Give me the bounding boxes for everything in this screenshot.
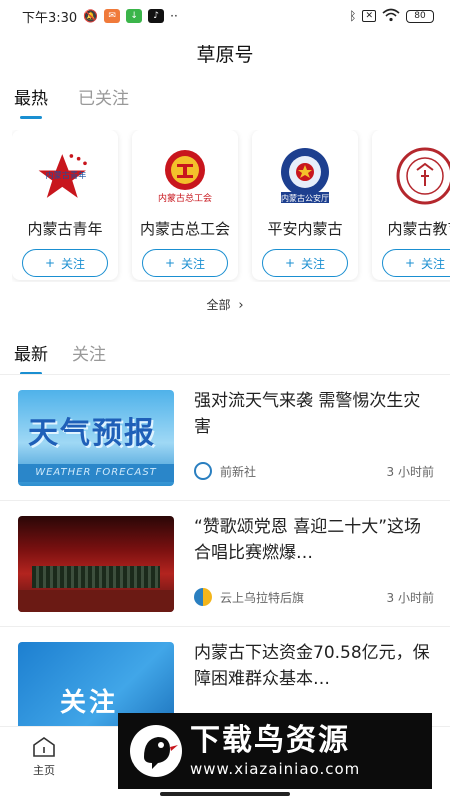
source-logo-icon [194, 588, 212, 606]
account-card[interactable]: 内蒙古公安厅 平安内蒙古 + 关注 [252, 130, 358, 280]
police-badge-text: 内蒙古公安厅 [281, 193, 329, 203]
news-title: 内蒙古下达资金70.58亿元，保障困难群众基本… [194, 643, 430, 689]
choir-illustration [32, 566, 160, 588]
youth-logo-text: 内蒙古青年 [45, 170, 86, 180]
follow-button[interactable]: + 关注 [22, 249, 108, 277]
tab-latest[interactable]: 最新 [14, 340, 48, 375]
account-name: 内蒙古青年 [27, 220, 103, 238]
follow-button[interactable]: + 关注 [262, 249, 348, 277]
news-title: 强对流天气来袭 需警惕次生灾害 [194, 391, 421, 437]
news-meta: 云上乌拉特后旗 3 小时前 [194, 588, 434, 606]
news-time: 3 小时前 [386, 464, 434, 479]
follow-button[interactable]: + 关注 [382, 249, 450, 277]
news-thumbnail: 天气预报 WEATHER FORECAST [18, 390, 174, 486]
news-item[interactable]: “赞歌颂党恩 喜迎二十大”这场合唱比赛燃爆… 云上乌拉特后旗 3 小时前 [0, 500, 450, 626]
home-indicator [160, 792, 290, 796]
watermark-url: www.xiazainiao.com [190, 760, 361, 778]
follow-button[interactable]: + 关注 [142, 249, 228, 277]
status-bar: 下午3:30 🔕 ✉ ↓ ♪ ·· ᛒ ✕ 80 [0, 0, 450, 32]
trade-union-logo-text: 内蒙古总工会 [158, 192, 212, 204]
all-accounts-link[interactable]: 全部 › [0, 296, 450, 313]
tiktok-notification-icon: ♪ [148, 9, 165, 23]
weather-banner-text: 天气预报 [28, 416, 156, 451]
watermark: 下载鸟资源 www.xiazainiao.com [118, 713, 432, 789]
news-source: 前新社 [220, 464, 257, 479]
source-logo-icon [194, 462, 212, 480]
news-thumbnail [18, 516, 174, 612]
news-meta: 前新社 3 小时前 [194, 462, 434, 480]
account-card[interactable]: 内蒙古教育 +关注 [372, 130, 450, 280]
watermark-title: 下载鸟资源 [190, 723, 350, 758]
battery-icon: 80 [406, 9, 434, 23]
news-item[interactable]: 天气预报 WEATHER FORECAST 强对流天气来袭 需警惕次生灾害 前新… [0, 374, 450, 500]
account-carousel[interactable]: 内蒙古青年 内蒙古青年 + 关注 内蒙古总工会 内蒙古总工会 + 关注 内蒙古公… [12, 130, 450, 282]
focus-banner-text: 关注 [60, 688, 119, 718]
wifi-icon [382, 8, 400, 25]
news-time: 3 小时前 [386, 590, 434, 605]
news-source: 云上乌拉特后旗 [220, 590, 305, 605]
top-tabs: 最热 已关注 [14, 84, 129, 119]
account-card[interactable]: 内蒙古青年 内蒙古青年 + 关注 [12, 130, 118, 280]
nav-home[interactable]: 主页 [24, 735, 64, 778]
mute-icon: 🔕 [83, 9, 99, 23]
plus-icon: + [44, 256, 56, 270]
tab-hot[interactable]: 最热 [14, 84, 48, 119]
trade-union-logo-icon: 内蒙古总工会 [155, 146, 215, 206]
weather-banner-subtext: WEATHER FORECAST [18, 464, 174, 482]
more-notifications-icon: ·· [170, 9, 178, 23]
sim-icon: ✕ [362, 10, 376, 22]
bluetooth-icon: ᛒ [349, 9, 357, 23]
education-seal-icon [395, 146, 450, 206]
status-time: 下午3:30 [22, 10, 78, 26]
news-title: “赞歌颂党恩 喜迎二十大”这场合唱比赛燃爆… [194, 517, 422, 563]
plus-icon: + [404, 256, 416, 270]
account-name: 平安内蒙古 [267, 220, 343, 238]
youth-logo-icon: 内蒙古青年 [35, 146, 95, 206]
download-notification-icon: ↓ [126, 9, 143, 23]
page-title: 草原号 [196, 44, 254, 66]
nav-home-label: 主页 [33, 764, 55, 777]
account-name: 内蒙古教育 [387, 220, 450, 238]
account-card[interactable]: 内蒙古总工会 内蒙古总工会 + 关注 [132, 130, 238, 280]
home-icon [33, 737, 55, 757]
tab-following[interactable]: 关注 [72, 340, 106, 375]
tab-followed[interactable]: 已关注 [78, 84, 129, 119]
plus-icon: + [284, 256, 296, 270]
bird-logo-icon [130, 725, 182, 777]
police-badge-icon: 内蒙古公安厅 [275, 146, 335, 206]
app-notification-icon: ✉ [104, 9, 121, 23]
feed-tabs: 最新 关注 [14, 340, 106, 375]
chevron-right-icon: › [238, 298, 244, 313]
stage-floor [18, 590, 174, 612]
plus-icon: + [164, 256, 176, 270]
account-name: 内蒙古总工会 [139, 220, 230, 238]
